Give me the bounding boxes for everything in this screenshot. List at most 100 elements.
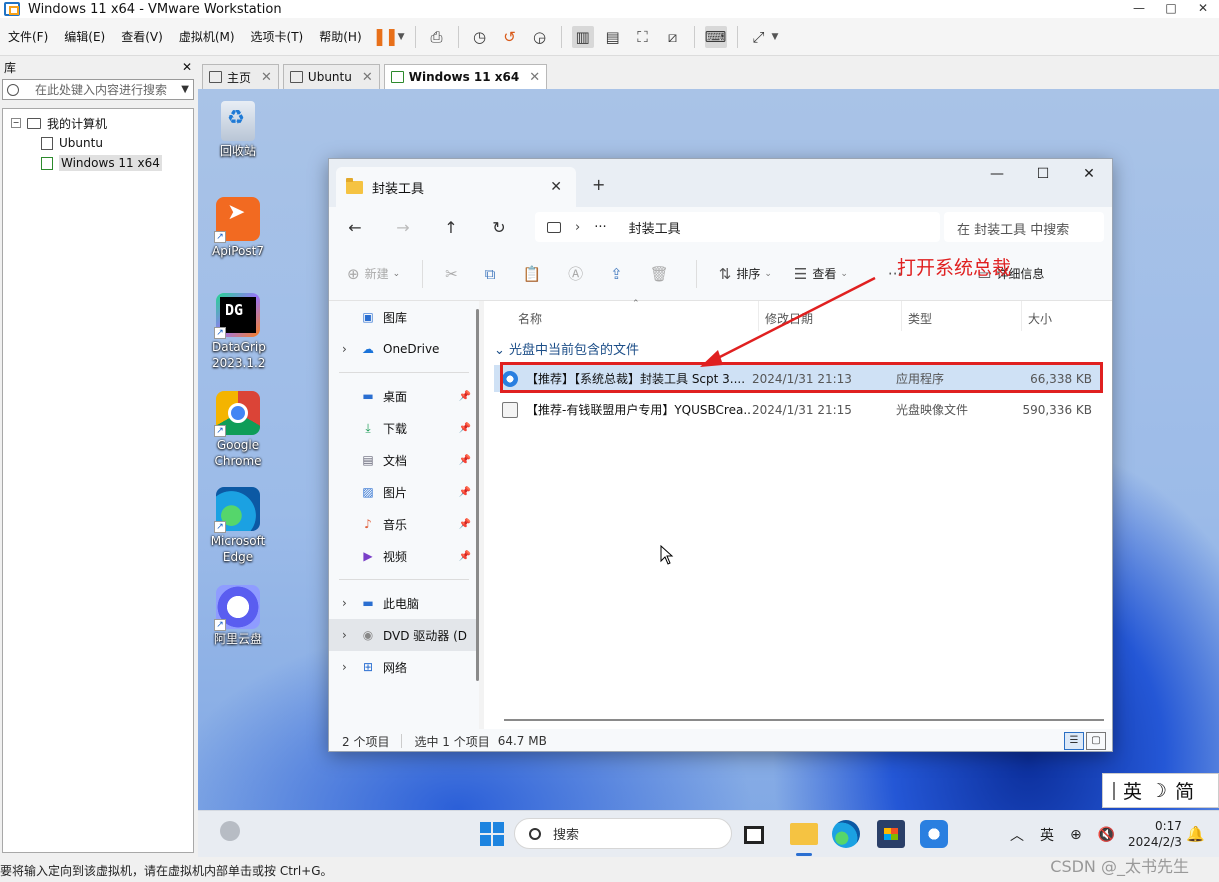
show-library-icon[interactable]: ▥ — [571, 25, 594, 48]
ime-language-toggle[interactable]: 英 — [1123, 777, 1142, 804]
nav-item-network[interactable]: › ⊞ 网络 — [329, 651, 479, 683]
tree-item-windows-11[interactable]: Windows 11 x64 — [3, 153, 193, 173]
pin-icon[interactable]: 📌 — [459, 551, 471, 562]
pin-icon[interactable]: 📌 — [459, 455, 471, 466]
nav-item-videos[interactable]: ▶ 视频 📌 — [329, 540, 479, 572]
desktop-icon-chrome[interactable]: ↗ Google Chrome — [198, 391, 278, 469]
edge-taskbar-icon[interactable] — [832, 820, 860, 848]
taskbar-clock[interactable]: 0:17 2024/2/3 — [1128, 818, 1182, 850]
tree-item-ubuntu[interactable]: Ubuntu — [3, 133, 193, 153]
chevron-right-icon[interactable]: › — [342, 660, 347, 674]
library-search-input[interactable]: 在此处键入内容进行搜索 ▼ — [2, 79, 194, 100]
desktop-icon-recycle-bin[interactable]: 回收站 — [198, 101, 278, 159]
nav-item-documents[interactable]: ▤ 文档 📌 — [329, 444, 479, 476]
notification-bell-icon[interactable]: 🔔 — [1186, 825, 1205, 843]
nav-item-this-pc[interactable]: › ▬ 此电脑 — [329, 587, 479, 619]
revert-snapshot-icon[interactable]: ↺ — [499, 26, 521, 48]
chevron-down-icon[interactable]: ▼ — [181, 84, 189, 95]
thumbnail-bar-icon[interactable]: ▤ — [602, 26, 624, 48]
volume-muted-icon[interactable]: 🔇 — [1098, 827, 1115, 843]
explorer-tab[interactable]: 封装工具 ✕ — [336, 167, 576, 207]
input-language-indicator[interactable]: 英 — [1040, 825, 1054, 845]
up-arrow-icon[interactable]: ↑ — [427, 218, 475, 237]
new-button[interactable]: ⊕ 新建 ⌄ — [347, 265, 400, 283]
nav-item-downloads[interactable]: ⤓ 下载 📌 — [329, 412, 479, 444]
snapshot-manager-icon[interactable]: ◶ — [529, 26, 551, 48]
menu-tabs[interactable]: 选项卡(T) — [243, 28, 312, 45]
tab-home[interactable]: 主页 ✕ — [202, 64, 279, 89]
explorer-close-button[interactable]: ✕ — [1066, 159, 1112, 191]
desktop-icon-apipost[interactable]: ↗ ApiPost7 — [198, 197, 278, 259]
close-tab-icon[interactable]: ✕ — [261, 70, 272, 85]
nav-item-gallery[interactable]: ▣ 图库 — [329, 301, 479, 333]
snapshot-icon[interactable]: ◷ — [469, 26, 491, 48]
breadcrumb-current[interactable]: 封装工具 — [629, 218, 681, 237]
collapse-icon[interactable]: − — [11, 118, 21, 128]
file-group-header[interactable]: ⌄ 光盘中当前包含的文件 — [494, 339, 639, 358]
cut-button[interactable]: ✂ — [445, 265, 463, 283]
library-close-button[interactable]: ✕ — [182, 60, 192, 74]
pin-icon[interactable]: 📌 — [459, 423, 471, 434]
network-icon[interactable]: ⊕ — [1070, 827, 1082, 843]
nav-scrollbar[interactable] — [476, 309, 479, 681]
chevron-right-icon[interactable]: › — [342, 342, 347, 356]
horizontal-scrollbar[interactable] — [504, 719, 1104, 721]
ime-handle[interactable] — [1113, 781, 1115, 800]
pause-vm-icon[interactable]: ❚❚ — [372, 26, 399, 48]
desktop-icon-datagrip[interactable]: ↗ DataGrip 2023.1.2 — [198, 293, 278, 371]
file-explorer-taskbar-icon[interactable] — [790, 823, 818, 845]
copy-button[interactable]: ⧉ — [485, 265, 501, 283]
tab-windows-11[interactable]: Windows 11 x64 ✕ — [383, 64, 548, 89]
close-tab-icon[interactable]: ✕ — [362, 70, 373, 85]
rename-button[interactable]: Ⓐ — [568, 263, 588, 284]
stretch-dropdown-icon[interactable]: ▼ — [772, 32, 779, 42]
forward-arrow-icon[interactable]: → — [379, 218, 427, 237]
menu-edit[interactable]: 编辑(E) — [56, 28, 113, 45]
explorer-maximize-button[interactable]: ☐ — [1020, 159, 1066, 191]
chevron-right-icon[interactable]: › — [342, 596, 347, 610]
breadcrumb-overflow[interactable]: ··· — [594, 220, 606, 235]
delete-button[interactable]: 🗑 — [650, 265, 674, 283]
maximize-button[interactable]: □ — [1155, 0, 1187, 18]
desktop-icon-aliyun-drive[interactable]: ↗ 阿里云盘 — [198, 585, 278, 647]
send-ctrl-alt-del-icon[interactable]: ⎙ — [426, 26, 448, 48]
windows-start-icon[interactable] — [478, 820, 506, 848]
close-tab-icon[interactable]: ✕ — [550, 179, 562, 195]
close-tab-icon[interactable]: ✕ — [529, 70, 540, 85]
back-arrow-icon[interactable]: ← — [331, 218, 379, 237]
nav-item-desktop[interactable]: ▬ 桌面 📌 — [329, 380, 479, 412]
new-tab-icon[interactable]: + — [592, 175, 605, 194]
nav-item-music[interactable]: ♪ 音乐 📌 — [329, 508, 479, 540]
weather-icon[interactable] — [220, 821, 240, 841]
chevron-right-icon[interactable]: › — [342, 628, 347, 642]
tab-ubuntu[interactable]: Ubuntu ✕ — [282, 64, 380, 89]
full-screen-icon[interactable]: ⛶ — [632, 26, 654, 48]
file-row[interactable]: 【推荐-有钱联盟用户专用】YQUSBCrea... 2024/1/31 21:1… — [494, 396, 1102, 423]
menu-help[interactable]: 帮助(H) — [311, 28, 369, 45]
refresh-icon[interactable]: ↻ — [475, 218, 523, 237]
pin-icon[interactable]: 📌 — [459, 391, 471, 402]
menu-view[interactable]: 查看(V) — [113, 28, 171, 45]
pinned-app-icon[interactable] — [920, 820, 948, 848]
show-hidden-icons-icon[interactable]: ︿ — [1010, 825, 1024, 845]
details-view-icon[interactable]: ☰ — [1064, 732, 1084, 750]
console-view-icon[interactable]: ⌨ — [704, 25, 727, 48]
menu-vm[interactable]: 虚拟机(M) — [171, 28, 243, 45]
taskbar-search-box[interactable]: 搜索 — [514, 818, 732, 849]
desktop-icon-edge[interactable]: ↗ Microsoft Edge — [198, 487, 278, 565]
stretch-guest-icon[interactable]: ⤢ — [748, 26, 770, 48]
share-button[interactable]: ⇪ — [610, 265, 628, 283]
breadcrumb[interactable]: › ··· 封装工具 — [535, 212, 940, 242]
nav-item-pictures[interactable]: ▨ 图片 📌 — [329, 476, 479, 508]
paste-button[interactable]: 📋 — [522, 265, 546, 283]
unity-icon[interactable]: ⧄ — [662, 26, 684, 48]
nav-item-dvd-drive[interactable]: › ◉ DVD 驱动器 (D — [329, 619, 479, 651]
explorer-minimize-button[interactable]: — — [974, 159, 1020, 191]
pin-icon[interactable]: 📌 — [459, 519, 471, 530]
tree-item-my-computer[interactable]: − 我的计算机 — [3, 113, 193, 133]
close-button[interactable]: ✕ — [1187, 0, 1219, 18]
task-view-icon[interactable] — [744, 826, 764, 844]
large-icons-view-icon[interactable]: ▢ — [1086, 732, 1106, 750]
explorer-search-input[interactable]: 在 封装工具 中搜索 — [944, 212, 1104, 242]
ime-moon-icon[interactable]: ☽ — [1150, 780, 1167, 802]
